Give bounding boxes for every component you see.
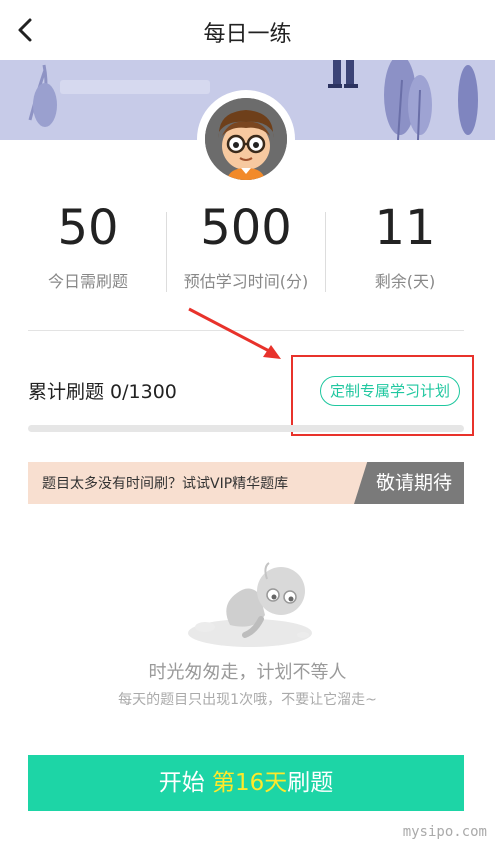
empty-state-illustration: [175, 555, 315, 655]
start-button-suffix: 刷题: [287, 770, 334, 796]
page-title: 每日一练: [203, 22, 292, 47]
stat-daily-count: 50: [57, 200, 119, 256]
annotation-arrow-icon: [188, 307, 281, 359]
start-button-prefix: 开始: [158, 770, 213, 796]
stat-study-time: 500: [200, 200, 292, 256]
sad-creature-icon: [188, 562, 312, 647]
empty-state-title: 时光匆匆走，计划不等人: [148, 662, 347, 683]
vip-promo-banner[interactable]: 题目太多没有时间刷？试试VIP精华题库 敬请期待: [28, 462, 464, 504]
avatar[interactable]: [205, 98, 287, 180]
start-button-day: 第16天: [212, 770, 288, 796]
watermark: mysipo.com: [402, 824, 487, 840]
stat-days-left-label: 剩余(天): [374, 272, 436, 291]
stat-study-time-label: 预估学习时间(分): [183, 272, 309, 291]
custom-plan-button[interactable]: 定制专属学习计划: [320, 376, 461, 406]
avatar-illustration: [205, 98, 287, 180]
stat-daily-count-label: 今日需刷题: [47, 272, 128, 291]
empty-state-subtitle: 每天的题目只出现1次哦，不要让它溜走~: [118, 692, 377, 708]
progress-bar: [28, 425, 464, 432]
promo-text: 题目太多没有时间刷？试试VIP精华题库: [42, 476, 289, 492]
progress-label: 累计刷题 0/1300: [28, 381, 177, 403]
start-practice-button[interactable]: 开始 第16天刷题: [28, 755, 464, 811]
coming-soon-button[interactable]: 敬请期待: [354, 462, 464, 504]
stat-days-left: 11: [374, 200, 436, 256]
